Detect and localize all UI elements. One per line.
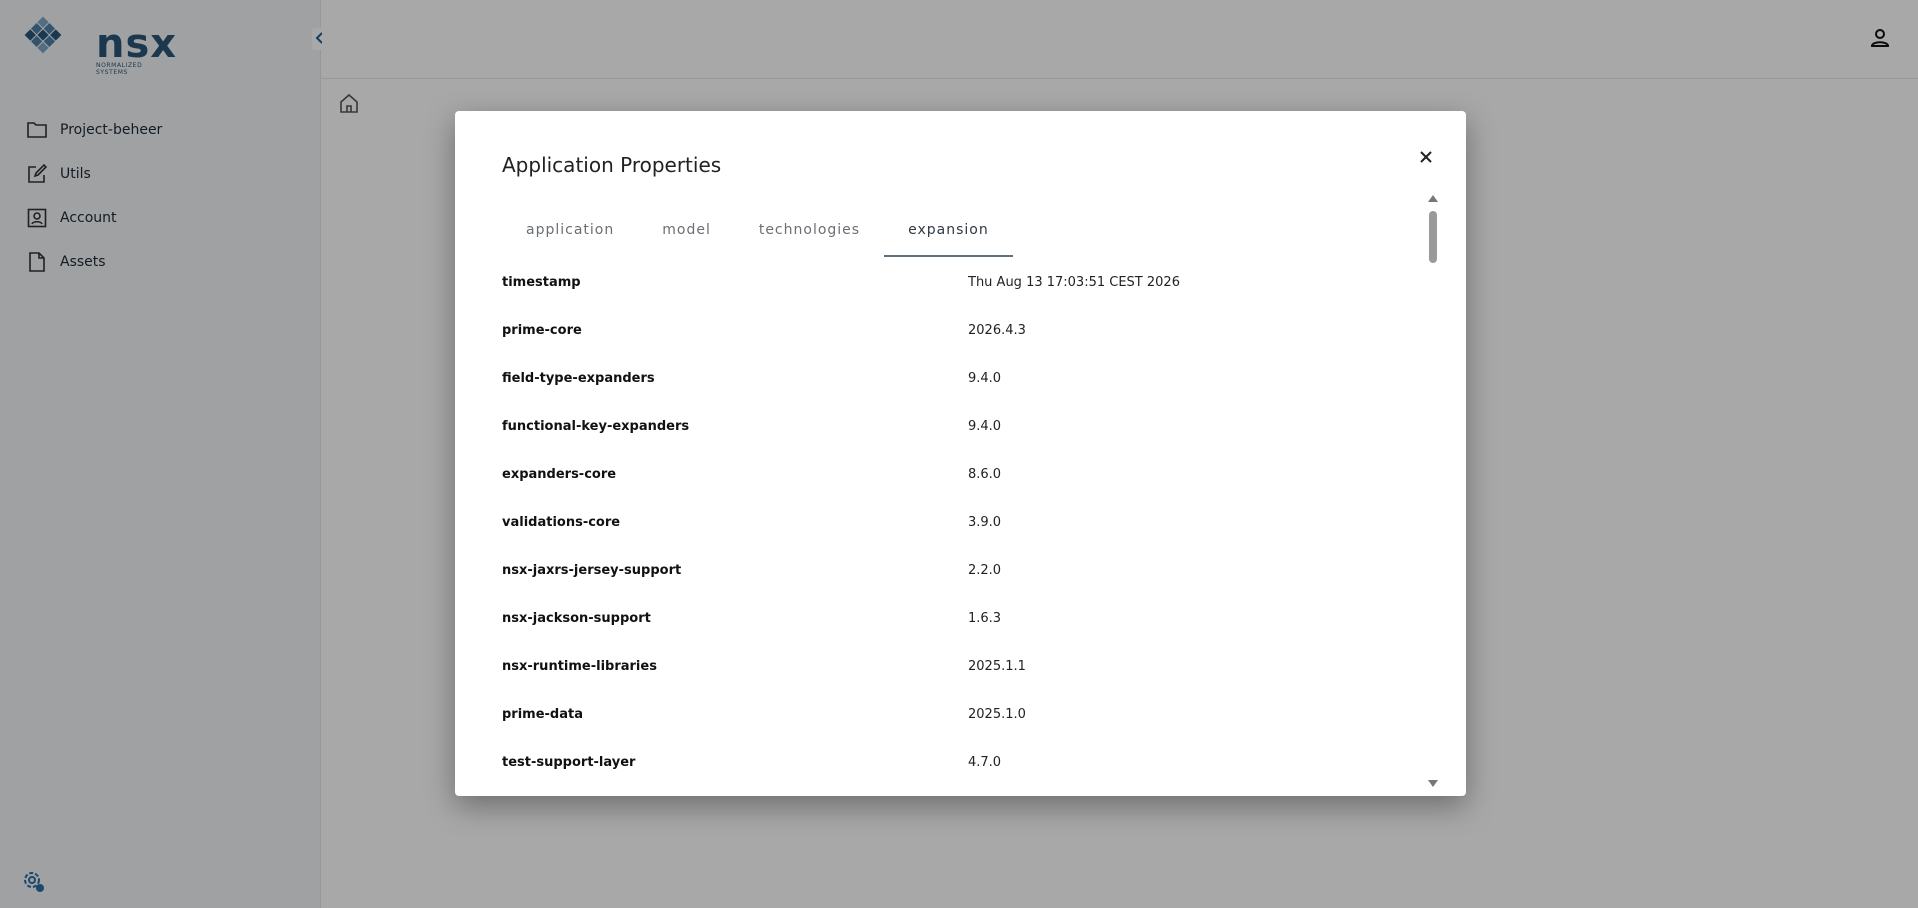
- property-row: nsx-jaxrs-jersey-support 2.2.0: [502, 561, 1402, 609]
- vertical-scrollbar[interactable]: [1427, 195, 1439, 787]
- property-row: functional-key-expanders 9.4.0: [502, 417, 1402, 465]
- property-key: expanders-core: [502, 467, 617, 482]
- property-row: prime-data 2025.1.0: [502, 705, 1402, 753]
- scroll-down-arrow-icon[interactable]: [1428, 780, 1438, 787]
- property-row: test-support-layer 4.7.0: [502, 753, 1402, 796]
- close-button[interactable]: [1413, 145, 1439, 171]
- tab-technologies[interactable]: technologies: [735, 215, 884, 257]
- property-key: nsx-jaxrs-jersey-support: [502, 563, 682, 578]
- property-key: prime-data: [502, 707, 583, 722]
- property-row: timestamp Thu Aug 13 17:03:51 CEST 2026: [502, 273, 1402, 321]
- property-key: test-support-layer: [502, 755, 636, 770]
- properties-list: timestamp Thu Aug 13 17:03:51 CEST 2026 p…: [502, 273, 1402, 796]
- property-value: 3.9.0: [968, 515, 1002, 530]
- property-key: timestamp: [502, 275, 581, 290]
- property-row: nsx-runtime-libraries 2025.1.1: [502, 657, 1402, 705]
- tab-model[interactable]: model: [638, 215, 735, 257]
- property-value: 2025.1.0: [968, 707, 1026, 722]
- property-key: field-type-expanders: [502, 371, 655, 386]
- property-row: nsx-jackson-support 1.6.3: [502, 609, 1402, 657]
- tab-expansion[interactable]: expansion: [884, 215, 1013, 257]
- property-key: validations-core: [502, 515, 621, 530]
- property-value: 4.7.0: [968, 755, 1002, 770]
- property-key: nsx-jackson-support: [502, 611, 651, 626]
- property-value: 9.4.0: [968, 419, 1002, 434]
- close-icon: [1419, 149, 1433, 168]
- tab-bar: application model technologies expansion: [502, 215, 1013, 257]
- dialog-title: Application Properties: [502, 153, 722, 177]
- scroll-up-arrow-icon[interactable]: [1428, 195, 1438, 202]
- property-row: expanders-core 8.6.0: [502, 465, 1402, 513]
- application-properties-dialog: Application Properties application model…: [455, 111, 1466, 796]
- property-value: 2025.1.1: [968, 659, 1026, 674]
- property-key: prime-core: [502, 323, 582, 338]
- property-key: functional-key-expanders: [502, 419, 690, 434]
- property-row: field-type-expanders 9.4.0: [502, 369, 1402, 417]
- scrollbar-thumb[interactable]: [1429, 211, 1437, 263]
- property-value: 9.4.0: [968, 371, 1002, 386]
- property-row: prime-core 2026.4.3: [502, 321, 1402, 369]
- property-value: 2.2.0: [968, 563, 1002, 578]
- property-value: Thu Aug 13 17:03:51 CEST 2026: [968, 275, 1180, 290]
- property-value: 1.6.3: [968, 611, 1002, 626]
- property-row: validations-core 3.9.0: [502, 513, 1402, 561]
- property-key: nsx-runtime-libraries: [502, 659, 657, 674]
- tab-application[interactable]: application: [502, 215, 638, 257]
- property-value: 8.6.0: [968, 467, 1002, 482]
- property-value: 2026.4.3: [968, 323, 1026, 338]
